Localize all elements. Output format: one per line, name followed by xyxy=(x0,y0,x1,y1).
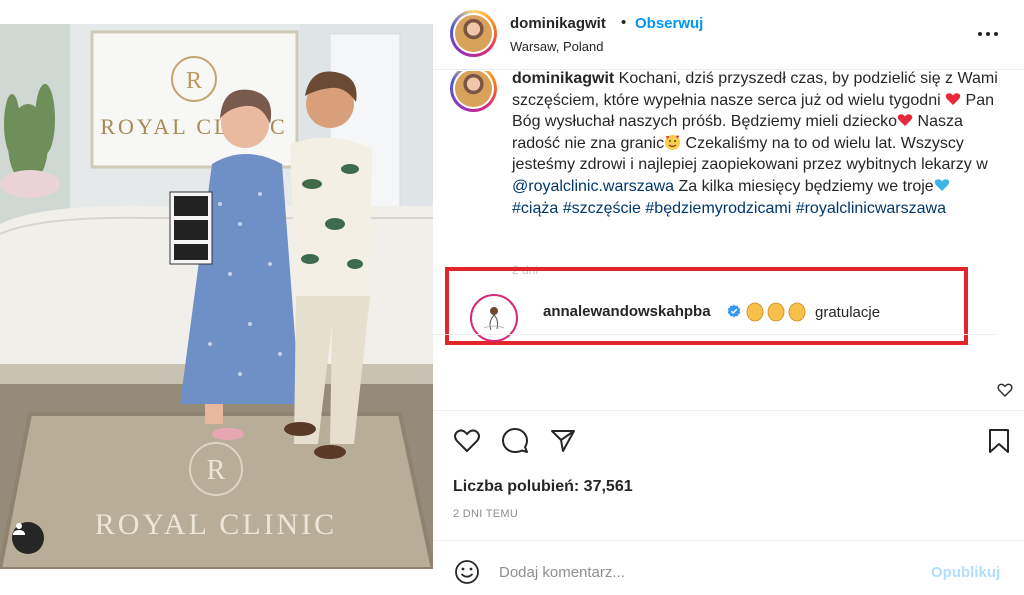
red-heart-emoji-icon xyxy=(897,114,913,127)
verified-badge-icon xyxy=(727,304,741,318)
likes-number: 37,561 xyxy=(583,478,633,495)
like-heart-icon[interactable] xyxy=(453,427,481,455)
separator-dot: • xyxy=(621,14,627,31)
caption-username[interactable]: dominikagwit xyxy=(512,71,614,87)
publish-comment-button[interactable]: Opublikuj xyxy=(931,564,1000,581)
hashtag-link[interactable]: #royalclinicwarszawa xyxy=(796,200,946,217)
share-paper-plane-icon[interactable] xyxy=(549,427,577,455)
sketch-logo-icon xyxy=(483,307,505,331)
comment-text: gratulacje xyxy=(815,304,881,321)
photo-scene: R ROYAL CLINIC R ROYAL CLINIC xyxy=(0,24,433,569)
post-header: dominikagwit • Obserwuj Warsaw, Poland xyxy=(433,0,1024,70)
caption-avatar[interactable] xyxy=(450,71,497,112)
divider xyxy=(433,540,1024,541)
more-horizontal-icon[interactable] xyxy=(973,24,1003,44)
post-location[interactable]: Warsaw, Poland xyxy=(510,39,603,54)
author-username[interactable]: dominikagwit xyxy=(510,15,606,32)
follow-button[interactable]: Obserwuj xyxy=(635,15,703,32)
mat-text: ROYAL CLINIC xyxy=(95,508,337,541)
save-bookmark-icon[interactable] xyxy=(985,427,1013,455)
post-date[interactable]: 2 DNI TEMU xyxy=(453,508,518,520)
wall-sign-letter: R xyxy=(186,68,202,94)
blue-heart-emoji-icon xyxy=(934,179,949,191)
caption-text-5: Za kilka miesięcy będziemy we troje xyxy=(674,177,934,195)
hashtag-link[interactable]: #ciąża xyxy=(512,200,558,217)
post-caption: dominikagwit Kochani, dziś przyszedł cza… xyxy=(512,71,1002,219)
emoji-picker-icon[interactable] xyxy=(453,558,481,586)
author-avatar[interactable] xyxy=(450,10,497,57)
post-photo[interactable]: R ROYAL CLINIC R ROYAL CLINIC xyxy=(0,24,433,569)
divider xyxy=(433,410,1024,411)
commenter-username[interactable]: annalewandowskahpba xyxy=(543,303,711,320)
likes-count[interactable]: Liczba polubień: 37,561 xyxy=(453,478,633,496)
mat-letter: R xyxy=(207,455,226,486)
post-details-panel: dominikagwit • Obserwuj Warsaw, Poland d… xyxy=(433,0,1024,595)
hashtag-link[interactable]: #szczęście xyxy=(563,200,641,217)
comment-like-heart-icon[interactable] xyxy=(997,382,1013,398)
hashtag-link[interactable]: #będziemyrodzicami xyxy=(645,200,791,217)
mention-link[interactable]: @royalclinic.warszawa xyxy=(512,178,674,195)
clapping-hands-emoji-icon xyxy=(746,302,806,322)
smiling-face-hearts-emoji-icon xyxy=(665,134,681,150)
comment-bubble-icon[interactable] xyxy=(501,427,529,455)
user-icon xyxy=(13,523,25,535)
divider xyxy=(433,334,997,335)
heart-emoji-icon xyxy=(945,92,961,105)
add-comment-input[interactable] xyxy=(499,560,919,584)
tagged-people-button[interactable] xyxy=(12,522,44,554)
likes-label: Liczba polubień: xyxy=(453,478,584,495)
